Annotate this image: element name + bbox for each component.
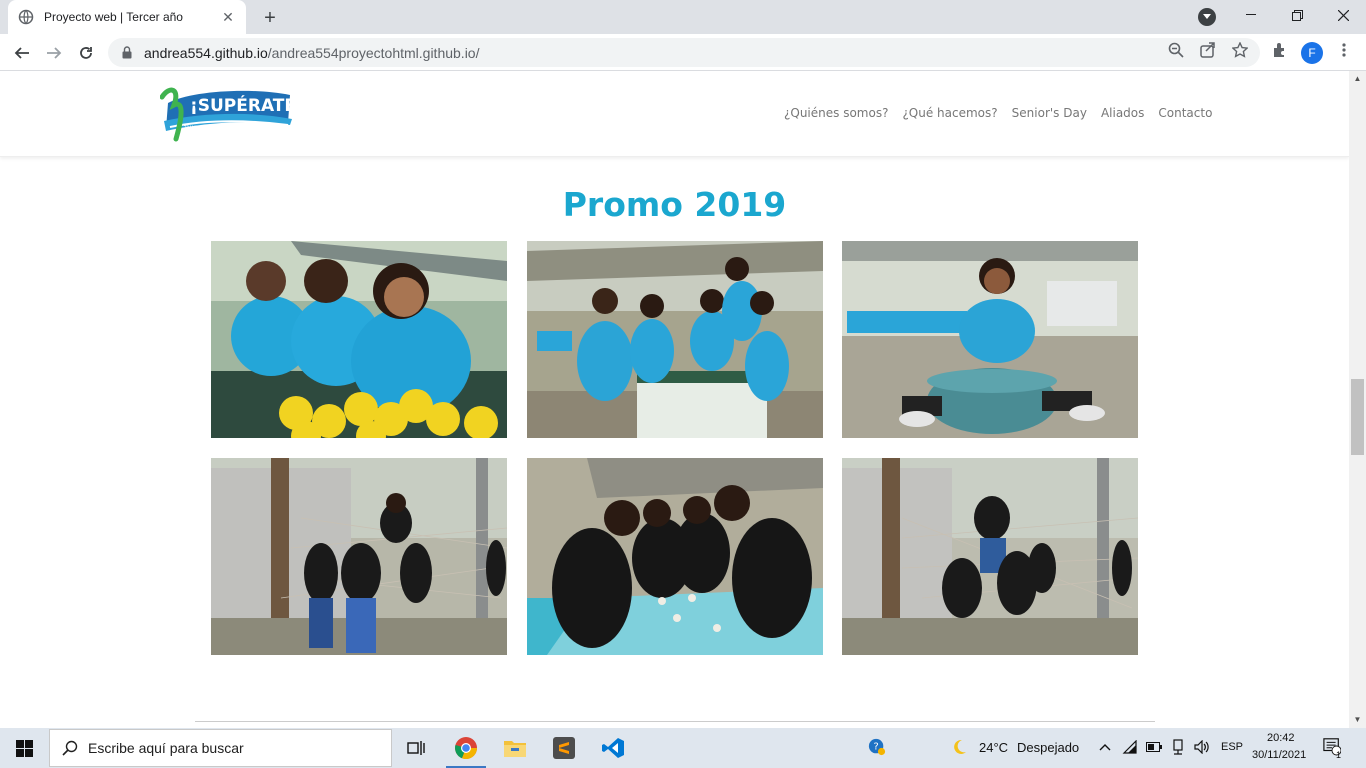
globe-icon	[18, 9, 34, 25]
section-title: Promo 2019	[562, 185, 787, 224]
task-view-icon[interactable]	[392, 728, 440, 768]
superate-logo[interactable]: ¡SUPÉRATE! TRANSFORMANDO VIDAS CON EDUCA…	[159, 83, 304, 143]
scroll-up-icon[interactable]: ▲	[1353, 74, 1362, 83]
clock-date[interactable]: 30/11/2021	[1252, 749, 1306, 761]
wifi-icon[interactable]	[1121, 738, 1139, 756]
nav-contacto[interactable]: Contacto	[1158, 106, 1212, 120]
scroll-down-icon[interactable]: ▼	[1353, 715, 1362, 724]
minimize-icon[interactable]	[1228, 0, 1274, 30]
reload-icon[interactable]	[72, 39, 100, 67]
site-header: ¡SUPÉRATE! TRANSFORMANDO VIDAS CON EDUCA…	[0, 71, 1349, 157]
close-tab-icon[interactable]: ✕	[220, 9, 236, 25]
svg-text:¡SUPÉRATE!: ¡SUPÉRATE!	[190, 94, 295, 116]
chrome-icon[interactable]	[442, 728, 490, 768]
notification-count: 1	[1336, 750, 1342, 760]
file-explorer-icon[interactable]	[491, 728, 539, 768]
sublime-text-icon[interactable]	[540, 728, 588, 768]
photo-girl-basin[interactable]	[842, 241, 1138, 438]
footer-divider	[195, 721, 1155, 722]
restore-icon[interactable]	[1274, 0, 1320, 30]
vscode-icon[interactable]	[589, 728, 637, 768]
url-host: andrea554.github.io	[144, 44, 268, 61]
nav-aliados[interactable]: Aliados	[1101, 106, 1144, 120]
volume-icon[interactable]	[1193, 738, 1211, 756]
zoom-icon[interactable]	[1167, 41, 1185, 59]
clock-time[interactable]: 20:42	[1267, 732, 1295, 744]
nav-seniors-day[interactable]: Senior's Day	[1012, 106, 1087, 120]
address-bar[interactable]: andrea554.github.io/andrea554proyectohtm…	[108, 38, 1260, 67]
back-icon[interactable]	[8, 39, 36, 67]
page-viewport: ¡SUPÉRATE! TRANSFORMANDO VIDAS CON EDUCA…	[0, 71, 1349, 728]
lock-icon[interactable]	[120, 46, 134, 60]
scroll-thumb[interactable]	[1351, 379, 1364, 455]
input-language[interactable]: ESP	[1221, 741, 1243, 753]
weather-moon-icon[interactable]	[950, 738, 968, 756]
windows-start-icon[interactable]	[0, 728, 48, 768]
bookmark-star-icon[interactable]	[1231, 41, 1249, 59]
nav-quienes-somos[interactable]: ¿Quiénes somos?	[784, 106, 888, 120]
photo-group-table[interactable]	[527, 241, 823, 438]
browser-toolbar: andrea554.github.io/andrea554proyectohtm…	[0, 34, 1366, 71]
svg-text:TRANSFORMANDO VIDAS CON EDUCAC: TRANSFORMANDO VIDAS CON EDUCACIÓN	[183, 125, 270, 130]
profile-avatar[interactable]: F	[1301, 42, 1323, 64]
forward-icon[interactable]	[40, 39, 68, 67]
browser-tab[interactable]: Proyecto web | Tercer año ✕	[8, 0, 246, 34]
taskbar-search[interactable]: Escribe aquí para buscar	[49, 729, 392, 767]
photo-students-lemons[interactable]	[211, 241, 507, 438]
menu-kebab-icon[interactable]	[1335, 41, 1353, 59]
tab-title: Proyecto web | Tercer año	[44, 10, 183, 24]
help-icon[interactable]: ?	[868, 738, 886, 756]
battery-icon[interactable]	[1145, 738, 1163, 756]
extensions-icon[interactable]	[1271, 41, 1289, 59]
weather-description[interactable]: Despejado	[1017, 740, 1079, 755]
search-icon	[62, 740, 78, 756]
weather-temperature[interactable]: 24°C	[979, 740, 1008, 755]
photo-string-game-1[interactable]	[211, 458, 507, 655]
photo-string-game-2[interactable]	[842, 458, 1138, 655]
share-icon[interactable]	[1199, 41, 1217, 59]
site-nav: ¿Quiénes somos? ¿Qué hacemos? Senior's D…	[784, 106, 1212, 120]
new-tab-icon[interactable]: +	[258, 6, 282, 30]
network-icon[interactable]	[1169, 738, 1187, 756]
windows-taskbar: Escribe aquí para buscar ? 24°C Despejad…	[0, 728, 1366, 768]
tab-search-icon[interactable]	[1198, 8, 1216, 26]
tab-strip: Proyecto web | Tercer año ✕ +	[0, 0, 1366, 34]
photo-students-table-activity[interactable]	[527, 458, 823, 655]
close-window-icon[interactable]	[1320, 0, 1366, 30]
chevron-up-icon[interactable]	[1096, 738, 1114, 756]
url-path: /andrea554proyectohtml.github.io/	[267, 44, 480, 61]
nav-que-hacemos[interactable]: ¿Qué hacemos?	[902, 106, 997, 120]
page-scrollbar[interactable]: ▲ ▼	[1349, 71, 1366, 728]
taskbar-search-placeholder: Escribe aquí para buscar	[88, 740, 244, 756]
